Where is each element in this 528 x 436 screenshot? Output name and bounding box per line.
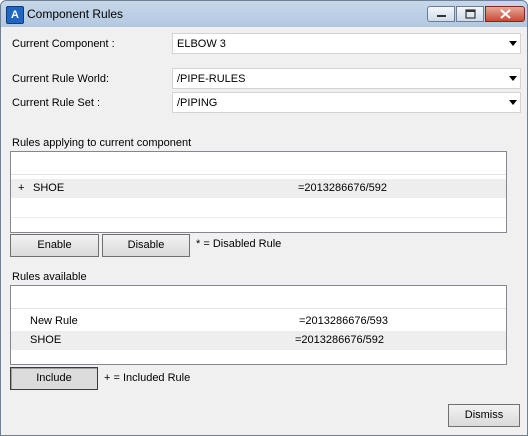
rule-name: SHOE xyxy=(33,182,65,194)
rule-marker: + xyxy=(18,182,25,194)
disabled-rule-legend: * = Disabled Rule xyxy=(196,238,282,250)
list-item-empty xyxy=(11,198,506,218)
chevron-down-icon xyxy=(509,41,517,46)
current-rule-world-value: /PIPE-RULES xyxy=(177,73,246,85)
current-component-dropdown[interactable]: ELBOW 3 xyxy=(172,33,521,54)
maximize-icon xyxy=(465,9,476,19)
close-icon xyxy=(500,9,511,19)
close-button[interactable] xyxy=(485,6,525,22)
rule-ref: =2013286676/592 xyxy=(298,182,388,194)
current-rule-set-label: Current Rule Set : xyxy=(12,97,101,109)
minimize-button[interactable] xyxy=(427,6,455,22)
applying-rules-label: Rules applying to current component xyxy=(12,137,192,149)
available-rules-list[interactable]: New Rule =2013286676/593 SHOE =201328667… xyxy=(10,285,507,365)
include-button[interactable]: Include xyxy=(10,367,98,390)
rule-name: SHOE xyxy=(30,334,62,346)
rule-ref: =2013286676/592 xyxy=(295,334,385,346)
current-rule-world-dropdown[interactable]: /PIPE-RULES xyxy=(172,68,521,89)
rule-ref: =2013286676/593 xyxy=(299,315,389,327)
list-item[interactable]: + SHOE =2013286676/592 xyxy=(11,179,506,198)
current-component-label: Current Component : xyxy=(12,38,115,50)
current-rule-set-value: /PIPING xyxy=(177,97,218,109)
list-item[interactable]: SHOE =2013286676/592 xyxy=(11,331,506,350)
available-rules-label: Rules available xyxy=(12,271,87,283)
included-rule-legend: + = Included Rule xyxy=(104,372,191,384)
list-header xyxy=(11,286,506,309)
rule-name: New Rule xyxy=(30,315,78,327)
current-rule-set-dropdown[interactable]: /PIPING xyxy=(172,92,521,113)
title-bar[interactable]: A Component Rules xyxy=(1,1,527,28)
list-header xyxy=(11,152,506,175)
list-item[interactable]: New Rule =2013286676/593 xyxy=(11,312,506,331)
app-icon[interactable]: A xyxy=(6,6,24,24)
window-title: Component Rules xyxy=(27,7,124,21)
dismiss-button[interactable]: Dismiss xyxy=(448,404,520,427)
applying-rules-list[interactable]: + SHOE =2013286676/592 xyxy=(10,151,507,233)
minimize-icon xyxy=(437,15,446,17)
dialog-body: Current Component : ELBOW 3 Current Rule… xyxy=(4,28,524,432)
enable-button[interactable]: Enable xyxy=(10,234,99,257)
disable-button[interactable]: Disable xyxy=(102,234,190,257)
current-component-value: ELBOW 3 xyxy=(177,38,226,50)
maximize-button[interactable] xyxy=(456,6,484,22)
component-rules-window: A Component Rules Current Component : EL… xyxy=(0,0,528,436)
chevron-down-icon xyxy=(509,100,517,105)
current-rule-world-label: Current Rule World: xyxy=(12,73,109,85)
chevron-down-icon xyxy=(509,76,517,81)
